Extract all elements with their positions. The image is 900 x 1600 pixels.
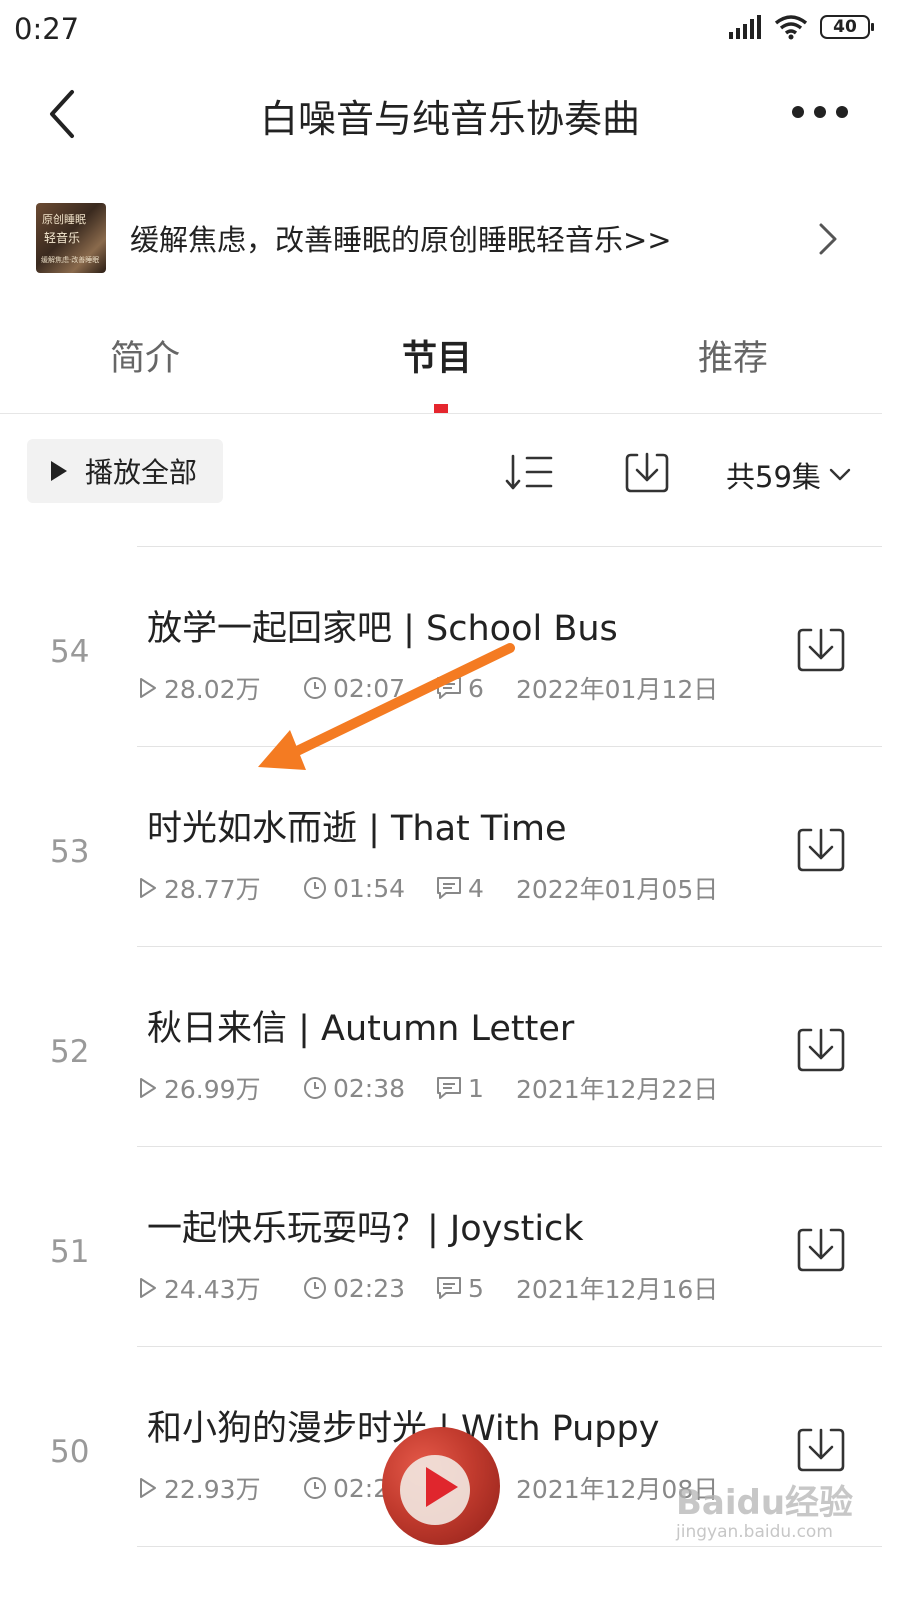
episode-number: 52 (50, 1034, 90, 1070)
download-icon (797, 1028, 845, 1072)
play-all-button[interactable]: 播放全部 (27, 439, 223, 503)
episode-row[interactable]: 54 放学一起回家吧 | School Bus 28.02万 02:07 6 2022年0… (0, 546, 890, 746)
play-icon (51, 461, 67, 481)
chevron-left-icon (50, 90, 74, 138)
download-icon (797, 1228, 845, 1272)
play-count-icon (140, 878, 156, 898)
episode-row[interactable]: 53 时光如水而逝 | That Time 28.77万 01:54 4 2022年01月… (0, 746, 890, 946)
promo-banner[interactable]: 原创睡眠 轻音乐 缓解焦虑·改善睡眠 缓解焦虑，改善睡眠的原创睡眠轻音乐>> (0, 195, 890, 285)
page-title: 白噪音与纯音乐协奏曲 (259, 97, 640, 141)
episode-number: 54 (50, 634, 90, 670)
watermark: Baidu经验 jingyan.baidu.com (676, 1475, 853, 1542)
banner-thumbnail: 原创睡眠 轻音乐 缓解焦虑·改善睡眠 (36, 203, 106, 273)
episode-title: 时光如水而逝 | That Time (147, 809, 567, 849)
publish-date: 2021年12月22日 (516, 1075, 719, 1104)
play-icon (426, 1467, 458, 1507)
comment-count: 1 (468, 1073, 484, 1103)
play-all-label: 播放全部 (85, 456, 198, 489)
more-dots-icon (792, 106, 804, 118)
download-icon (797, 628, 845, 672)
wifi-icon (774, 15, 808, 40)
episode-number: 53 (50, 834, 90, 870)
watermark-logo: Baidu经验 (676, 1483, 854, 1523)
tab-program[interactable]: 节目 (402, 330, 472, 381)
episode-meta: 28.02万 02:07 6 2022年01月12日 (138, 670, 718, 706)
play-count: 28.77万 (164, 875, 261, 904)
clock-icon (304, 677, 326, 699)
publish-date: 2022年01月05日 (516, 875, 719, 904)
episode-download-button[interactable] (796, 1426, 846, 1474)
status-icons: 40 (728, 14, 874, 40)
comment-icon (437, 1277, 461, 1299)
comment-icon (437, 1077, 461, 1099)
episode-download-button[interactable] (796, 826, 846, 874)
clock-icon (304, 1077, 326, 1099)
more-button[interactable] (792, 100, 852, 124)
publish-date: 2021年12月16日 (516, 1275, 719, 1304)
play-count: 24.43万 (164, 1275, 261, 1304)
comment-icon (437, 677, 461, 699)
episode-number: 51 (50, 1234, 90, 1270)
episode-download-button[interactable] (796, 626, 846, 674)
episode-count-select[interactable]: 共59集 (726, 454, 851, 496)
episode-download-button[interactable] (796, 1226, 846, 1274)
play-count-icon (140, 1078, 156, 1098)
battery-indicator: 40 (820, 15, 874, 39)
duration: 01:54 (333, 873, 406, 903)
episode-download-button[interactable] (796, 1026, 846, 1074)
watermark-url: jingyan.baidu.com (676, 1522, 833, 1542)
download-icon (797, 1428, 845, 1472)
episode-row[interactable]: 51 一起快乐玩耍吗？| Joystick 24.43万 02:23 5 2021年12月… (0, 1146, 890, 1346)
tab-recommend[interactable]: 推荐 (698, 330, 768, 381)
comment-count: 6 (468, 673, 484, 703)
publish-date: 2022年01月12日 (516, 675, 719, 704)
play-count-icon (140, 1278, 156, 1298)
play-count: 22.93万 (164, 1475, 261, 1504)
comment-icon (437, 877, 461, 899)
clock-icon (304, 1477, 326, 1499)
play-count: 26.99万 (164, 1075, 261, 1104)
download-icon (797, 828, 845, 872)
duration: 02:07 (333, 673, 406, 703)
chevron-right-icon (819, 223, 837, 255)
thumb-caption: 缓解焦虑·改善睡眠 (41, 256, 100, 264)
thumb-subtitle: 轻音乐 (44, 231, 81, 245)
play-count-icon (140, 678, 156, 698)
comment-count: 4 (468, 873, 484, 903)
comment-count: 5 (468, 1273, 484, 1303)
episode-number: 50 (50, 1434, 90, 1470)
episode-meta: 24.43万 02:23 5 2021年12月16日 (138, 1270, 718, 1306)
duration: 02:38 (333, 1073, 406, 1103)
signal-icon (729, 15, 761, 39)
episode-meta: 28.77万 01:54 4 2022年01月05日 (138, 870, 718, 906)
episode-meta: 26.99万 02:38 1 2021年12月22日 (138, 1070, 718, 1106)
chevron-down-icon (829, 468, 851, 481)
list-divider (137, 1546, 882, 1547)
status-time: 0:27 (14, 12, 80, 46)
thumb-title: 原创睡眠 (42, 213, 86, 226)
clock-icon (304, 1277, 326, 1299)
episode-title: 放学一起回家吧 | School Bus (147, 609, 618, 649)
duration: 02:23 (333, 1273, 406, 1303)
episode-row[interactable]: 52 秋日来信 | Autumn Letter 26.99万 02:38 1 2021年1… (0, 946, 890, 1146)
duration: 02:2 (333, 1473, 390, 1503)
banner-text: 缓解焦虑，改善睡眠的原创睡眠轻音乐>> (130, 223, 672, 257)
episode-title: 一起快乐玩耍吗？| Joystick (147, 1209, 584, 1249)
back-button[interactable] (38, 84, 88, 144)
download-icon[interactable] (624, 450, 670, 494)
sort-icon[interactable] (505, 452, 553, 492)
tab-divider (0, 413, 882, 414)
episode-count-label: 共59集 (726, 460, 821, 494)
episode-title: 秋日来信 | Autumn Letter (147, 1009, 575, 1049)
mini-player-button[interactable] (382, 1427, 500, 1545)
play-count-icon (140, 1478, 156, 1498)
play-count: 28.02万 (164, 675, 261, 704)
tab-intro[interactable]: 简介 (110, 330, 180, 381)
clock-icon (304, 877, 326, 899)
